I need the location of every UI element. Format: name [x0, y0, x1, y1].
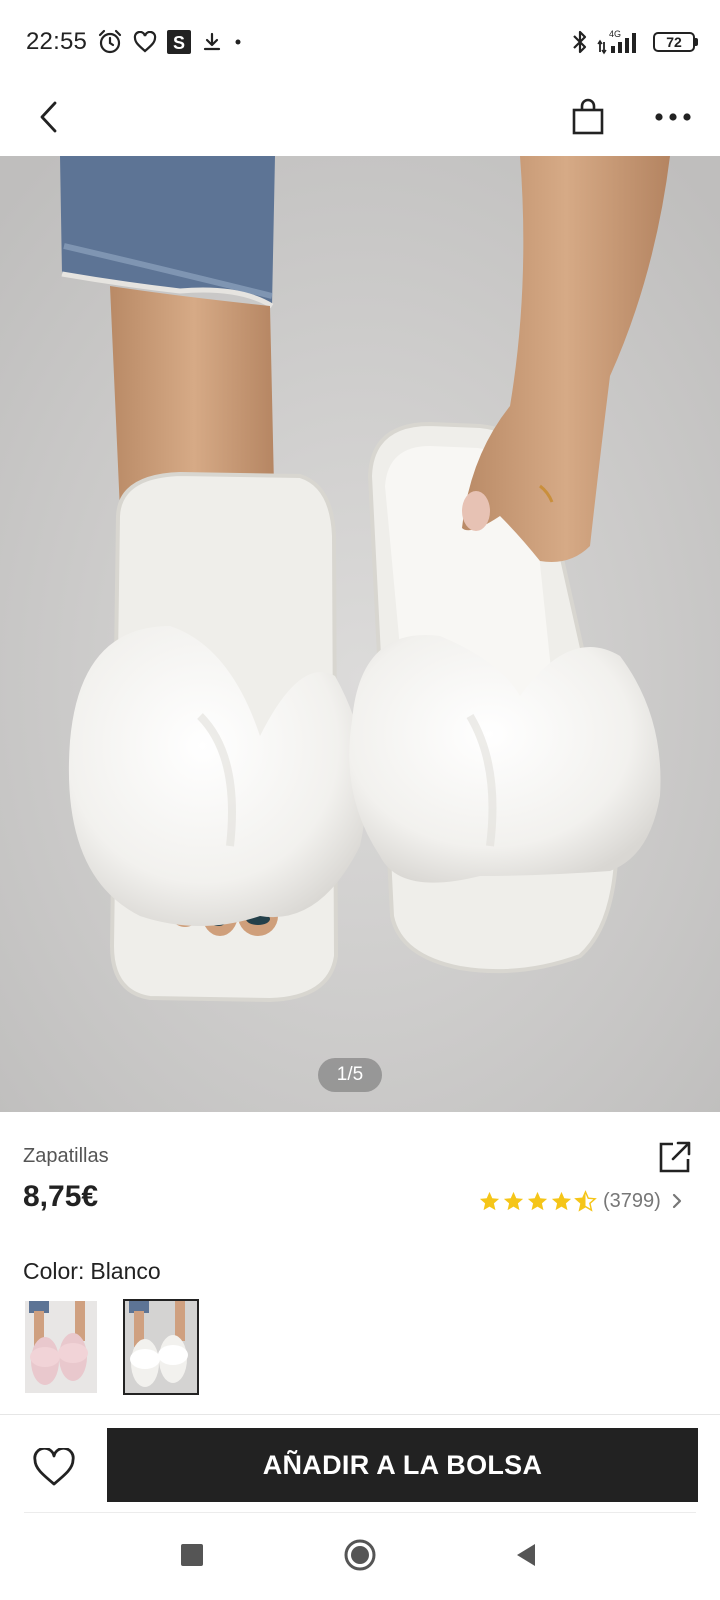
chevron-right-icon — [671, 1192, 683, 1210]
star-full-icon — [527, 1191, 548, 1210]
swatch-white[interactable] — [123, 1299, 199, 1395]
status-time: 22:55 — [26, 28, 88, 55]
chevron-left-icon — [40, 101, 57, 133]
circle-home-icon — [344, 1539, 376, 1571]
add-to-bag-button[interactable]: AÑADIR A LA BOLSA — [107, 1428, 698, 1502]
heart-outline-icon — [33, 1448, 75, 1486]
image-counter: 1/5 — [318, 1058, 382, 1092]
top-nav — [0, 84, 720, 156]
share-icon — [659, 1141, 691, 1173]
triangle-back-icon — [517, 1544, 535, 1566]
color-label-prefix: Color: — [23, 1258, 85, 1284]
system-back-button[interactable] — [496, 1520, 556, 1590]
product-price: 8,75€ — [23, 1180, 99, 1213]
bluetooth-icon — [571, 29, 589, 55]
battery-tip — [695, 38, 698, 46]
product-photo — [0, 156, 720, 1112]
heart-outline-icon — [133, 31, 157, 53]
recents-button[interactable] — [162, 1520, 222, 1590]
download-icon — [201, 31, 223, 53]
swatch-white-thumbnail — [125, 1301, 197, 1393]
status-right: 4G 72 — [571, 28, 698, 56]
dot-icon — [233, 37, 243, 47]
status-bar: 22:55 S 4G 72 — [0, 0, 720, 84]
review-count: (3799) — [603, 1189, 661, 1212]
back-button[interactable] — [28, 94, 68, 140]
share-button[interactable] — [656, 1138, 694, 1176]
bottom-divider — [24, 1512, 696, 1513]
product-name: Zapatillas — [23, 1145, 109, 1167]
s-app-icon: S — [167, 30, 192, 54]
star-full-icon — [551, 1191, 572, 1210]
color-label: Color: Blanco — [23, 1258, 161, 1285]
wishlist-button[interactable] — [28, 1442, 80, 1494]
more-options-button[interactable] — [650, 94, 696, 140]
signal-icon: 4G — [597, 28, 645, 56]
system-navigation-bar — [0, 1520, 720, 1600]
svg-text:S: S — [173, 33, 185, 53]
shopping-bag-button[interactable] — [566, 92, 610, 142]
square-recents-icon — [181, 1544, 203, 1566]
battery-level: 72 — [653, 32, 695, 52]
star-full-icon — [479, 1191, 500, 1210]
product-image-gallery[interactable]: 1/5 — [0, 156, 720, 1112]
battery-icon: 72 — [653, 32, 698, 52]
star-full-icon — [503, 1191, 524, 1210]
more-horizontal-icon — [655, 113, 691, 121]
home-button[interactable] — [330, 1520, 390, 1590]
status-left: 22:55 S — [26, 28, 243, 56]
rating-summary[interactable]: (3799) — [478, 1183, 683, 1219]
section-divider — [0, 1414, 720, 1415]
network-label: 4G — [609, 29, 621, 39]
color-swatches — [25, 1299, 199, 1395]
alarm-icon — [97, 29, 123, 55]
swatch-pink[interactable] — [25, 1301, 97, 1393]
swatch-pink-thumbnail — [25, 1301, 97, 1393]
color-value: Blanco — [90, 1258, 161, 1284]
star-half-icon — [574, 1189, 597, 1212]
rating-stars — [478, 1189, 597, 1213]
shopping-bag-icon — [572, 98, 604, 135]
